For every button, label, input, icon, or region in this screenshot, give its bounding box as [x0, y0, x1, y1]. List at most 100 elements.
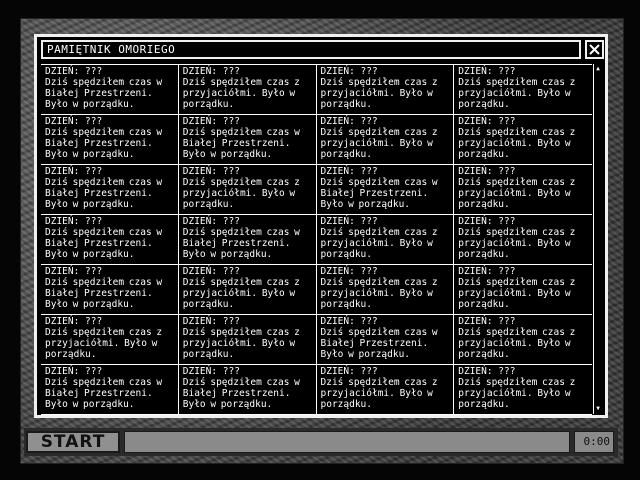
diary-entry[interactable]: DZIEŃ: ??? Dziś spędziłem czas w Białej P… — [178, 365, 316, 415]
entry-day-label: DZIEŃ: ??? — [45, 66, 103, 77]
diary-entry[interactable]: DZIEŃ: ??? Dziś spędziłem czas z przyjaci… — [454, 115, 592, 165]
entry-text: Dziś spędziłem czas z przyjaciółmi. Było… — [320, 377, 438, 410]
diary-entry[interactable]: DZIEŃ: ??? Dziś spędziłem czas z przyjaci… — [454, 215, 592, 265]
entry-day-label: DZIEŃ: ??? — [458, 366, 516, 377]
entry-text: Dziś spędziłem czas w Białej Przestrzeni… — [182, 377, 300, 410]
diary-entry[interactable]: DZIEŃ: ??? Dziś spędziłem czas w Białej P… — [41, 65, 178, 115]
entry-text: Dziś spędziłem czas z przyjaciółmi. Było… — [458, 277, 576, 310]
entry-text: Dziś spędziłem czas z przyjaciółmi. Było… — [320, 127, 438, 160]
entry-day-label: DZIEŃ: ??? — [45, 316, 103, 327]
entry-text: Dziś spędziłem czas w Białej Przestrzeni… — [320, 177, 438, 210]
diary-entry[interactable]: DZIEŃ: ??? Dziś spędziłem czas z przyjaci… — [316, 215, 454, 265]
close-icon — [589, 44, 600, 55]
entry-day-label: DZIEŃ: ??? — [458, 316, 516, 327]
entry-day-label: DZIEŃ: ??? — [45, 216, 103, 227]
entry-text: Dziś spędziłem czas z przyjaciółmi. Było… — [182, 327, 300, 360]
diary-entry[interactable]: DZIEŃ: ??? Dziś spędziłem czas z przyjaci… — [178, 165, 316, 215]
entry-text: Dziś spędziłem czas w Białej Przestrzeni… — [320, 327, 438, 360]
entry-text: Dziś spędziłem czas z przyjaciółmi. Było… — [458, 227, 576, 260]
entry-day-label: DZIEŃ: ??? — [458, 216, 516, 227]
entry-day-label: DZIEŃ: ??? — [45, 116, 103, 127]
entry-day-label: DZIEŃ: ??? — [458, 266, 516, 277]
entry-day-label: DZIEŃ: ??? — [182, 166, 240, 177]
diary-entry[interactable]: DZIEŃ: ??? Dziś spędziłem czas w Białej P… — [41, 165, 178, 215]
entry-day-label: DZIEŃ: ??? — [320, 366, 378, 377]
diary-entry[interactable]: DZIEŃ: ??? Dziś spędziłem czas z przyjaci… — [178, 65, 316, 115]
entry-day-label: DZIEŃ: ??? — [45, 166, 103, 177]
entry-text: Dziś spędziłem czas z przyjaciółmi. Było… — [182, 177, 300, 210]
entry-text: Dziś spędziłem czas w Białej Przestrzeni… — [45, 377, 163, 410]
entry-day-label: DZIEŃ: ??? — [320, 316, 378, 327]
diary-entry[interactable]: DZIEŃ: ??? Dziś spędziłem czas z przyjaci… — [316, 365, 454, 415]
diary-entry[interactable]: DZIEŃ: ??? Dziś spędziłem czas w Białej P… — [41, 215, 178, 265]
entry-day-label: DZIEŃ: ??? — [458, 166, 516, 177]
entry-text: Dziś spędziłem czas z przyjaciółmi. Było… — [458, 327, 576, 360]
entry-day-label: DZIEŃ: ??? — [45, 366, 103, 377]
diary-window: PAMIĘTNIK OMORIEGO DZIEŃ: ??? Dziś spędzi… — [34, 34, 608, 418]
diary-entry[interactable]: DZIEŃ: ??? Dziś spędziłem czas w Białej P… — [178, 215, 316, 265]
diary-column: DZIEŃ: ??? Dziś spędziłem czas z przyjaci… — [178, 65, 317, 415]
entry-text: Dziś spędziłem czas w Białej Przestrzeni… — [45, 127, 163, 160]
entry-day-label: DZIEŃ: ??? — [182, 266, 240, 277]
start-button[interactable]: START — [26, 431, 120, 453]
entry-day-label: DZIEŃ: ??? — [458, 66, 516, 77]
entry-day-label: DZIEŃ: ??? — [45, 266, 103, 277]
entry-day-label: DZIEŃ: ??? — [458, 116, 516, 127]
diary-entry[interactable]: DZIEŃ: ??? Dziś spędziłem czas z przyjaci… — [178, 265, 316, 315]
entry-text: Dziś spędziłem czas z przyjaciółmi. Było… — [320, 277, 438, 310]
entry-day-label: DZIEŃ: ??? — [320, 166, 378, 177]
entry-day-label: DZIEŃ: ??? — [182, 116, 240, 127]
taskbar-task-area — [124, 431, 570, 453]
diary-entry[interactable]: DZIEŃ: ??? Dziś spędziłem czas z przyjaci… — [454, 365, 592, 415]
diary-entry[interactable]: DZIEŃ: ??? Dziś spędziłem czas z przyjaci… — [41, 315, 178, 365]
window-title[interactable]: PAMIĘTNIK OMORIEGO — [41, 40, 581, 59]
diary-entry[interactable]: DZIEŃ: ??? Dziś spędziłem czas w Białej P… — [316, 315, 454, 365]
entry-day-label: DZIEŃ: ??? — [182, 316, 240, 327]
close-button[interactable] — [585, 40, 604, 59]
entry-text: Dziś spędziłem czas z przyjaciółmi. Było… — [182, 277, 300, 310]
diary-entry[interactable]: DZIEŃ: ??? Dziś spędziłem czas z przyjaci… — [454, 165, 592, 215]
diary-entry[interactable]: DZIEŃ: ??? Dziś spędziłem czas z przyjaci… — [454, 315, 592, 365]
diary-entry[interactable]: DZIEŃ: ??? Dziś spędziłem czas w Białej P… — [41, 265, 178, 315]
diary-entry[interactable]: DZIEŃ: ??? Dziś spędziłem czas z przyjaci… — [454, 65, 592, 115]
entry-day-label: DZIEŃ: ??? — [182, 366, 240, 377]
diary-column: DZIEŃ: ??? Dziś spędziłem czas z przyjaci… — [316, 65, 455, 415]
entry-day-label: DZIEŃ: ??? — [320, 66, 378, 77]
entry-text: Dziś spędziłem czas z przyjaciółmi. Było… — [320, 77, 438, 110]
entry-text: Dziś spędziłem czas w Białej Przestrzeni… — [45, 77, 163, 110]
entry-text: Dziś spędziłem czas w Białej Przestrzeni… — [45, 177, 163, 210]
entry-text: Dziś spędziłem czas w Białej Przestrzeni… — [182, 127, 300, 160]
entry-text: Dziś spędziłem czas z przyjaciółmi. Było… — [458, 177, 576, 210]
entry-text: Dziś spędziłem czas z przyjaciółmi. Było… — [458, 77, 576, 110]
clock: 0:00 — [574, 431, 614, 453]
diary-entry[interactable]: DZIEŃ: ??? Dziś spędziłem czas z przyjaci… — [178, 315, 316, 365]
scroll-up-icon[interactable]: ▲ — [594, 65, 602, 73]
scrollbar[interactable]: ▲ ▼ — [593, 64, 601, 414]
entry-text: Dziś spędziłem czas z przyjaciółmi. Było… — [45, 327, 163, 360]
entry-text: Dziś spędziłem czas z przyjaciółmi. Było… — [182, 77, 300, 110]
entry-text: Dziś spędziłem czas z przyjaciółmi. Było… — [458, 377, 576, 410]
entry-day-label: DZIEŃ: ??? — [320, 116, 378, 127]
diary-entry[interactable]: DZIEŃ: ??? Dziś spędziłem czas w Białej P… — [178, 115, 316, 165]
entry-day-label: DZIEŃ: ??? — [320, 266, 378, 277]
entry-day-label: DZIEŃ: ??? — [182, 216, 240, 227]
diary-entry[interactable]: DZIEŃ: ??? Dziś spędziłem czas z przyjaci… — [316, 265, 454, 315]
diary-entry[interactable]: DZIEŃ: ??? Dziś spędziłem czas w Białej P… — [316, 165, 454, 215]
diary-entry[interactable]: DZIEŃ: ??? Dziś spędziłem czas w Białej P… — [41, 365, 178, 415]
diary-column: DZIEŃ: ??? Dziś spędziłem czas w Białej P… — [41, 65, 179, 415]
entry-text: Dziś spędziłem czas z przyjaciółmi. Było… — [320, 227, 438, 260]
diary-entry[interactable]: DZIEŃ: ??? Dziś spędziłem czas z przyjaci… — [316, 115, 454, 165]
diary-column: DZIEŃ: ??? Dziś spędziłem czas z przyjaci… — [454, 65, 592, 415]
diary-entry[interactable]: DZIEŃ: ??? Dziś spędziłem czas w Białej P… — [41, 115, 178, 165]
diary-entries-grid: DZIEŃ: ??? Dziś spędziłem czas w Białej P… — [41, 64, 592, 415]
diary-entry[interactable]: DZIEŃ: ??? Dziś spędziłem czas z przyjaci… — [316, 65, 454, 115]
entry-text: Dziś spędziłem czas w Białej Przestrzeni… — [45, 277, 163, 310]
entry-day-label: DZIEŃ: ??? — [182, 66, 240, 77]
diary-entry[interactable]: DZIEŃ: ??? Dziś spędziłem czas z przyjaci… — [454, 265, 592, 315]
entry-text: Dziś spędziłem czas z przyjaciółmi. Było… — [458, 127, 576, 160]
entry-text: Dziś spędziłem czas w Białej Przestrzeni… — [45, 227, 163, 260]
scroll-down-icon[interactable]: ▼ — [594, 405, 602, 413]
entry-day-label: DZIEŃ: ??? — [320, 216, 378, 227]
entry-text: Dziś spędziłem czas w Białej Przestrzeni… — [182, 227, 300, 260]
taskbar: START 0:00 — [24, 428, 618, 456]
